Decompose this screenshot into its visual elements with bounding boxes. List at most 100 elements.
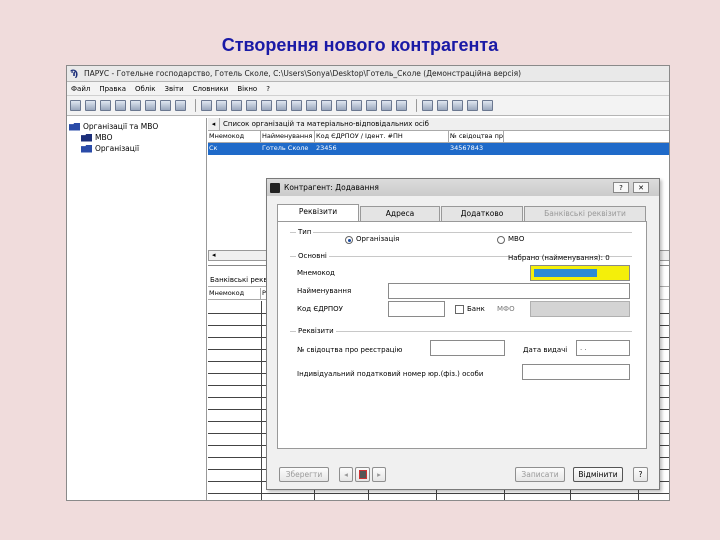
issue-date-label: Дата видачі bbox=[523, 346, 568, 354]
nav-prev-button[interactable]: ◂ bbox=[339, 467, 353, 482]
tool-icon-12[interactable] bbox=[366, 100, 377, 111]
column-header[interactable]: Найменування bbox=[261, 131, 315, 142]
dialog-title: Контрагент: Додавання bbox=[284, 183, 379, 192]
arrow-icon[interactable] bbox=[467, 100, 478, 111]
save-draft-button[interactable]: Зберегти bbox=[279, 467, 329, 482]
dialog-tabs: Реквізити Адреса Додатково Банківські ре… bbox=[277, 204, 647, 221]
table-cell bbox=[504, 143, 669, 155]
tool-icon-6[interactable] bbox=[276, 100, 287, 111]
mfo-field bbox=[530, 301, 630, 317]
folder-open-icon bbox=[69, 122, 80, 131]
tab-address[interactable]: Адреса bbox=[360, 206, 440, 221]
tree-root[interactable]: Організації та МВО bbox=[69, 121, 204, 132]
dialog-titlebar: Контрагент: Додавання bbox=[267, 179, 659, 196]
edit-record-icon[interactable] bbox=[100, 100, 111, 111]
tree-item-organizations[interactable]: Організації bbox=[69, 143, 204, 154]
bank-checkbox[interactable] bbox=[455, 305, 464, 314]
column-header[interactable]: № свідоцтва пр bbox=[449, 131, 504, 142]
tree-item-label: Організації bbox=[95, 144, 140, 153]
main-group-label: Основні bbox=[296, 252, 329, 260]
cancel-button[interactable]: Відмінити bbox=[573, 467, 623, 482]
reg-cert-label: № свідоцтва про реєстрацію bbox=[297, 346, 403, 354]
list-grid-header: Мнемокод Найменування Код ЄДРПОУ / Ідент… bbox=[208, 131, 669, 143]
column-header-empty bbox=[504, 131, 669, 142]
calculator-icon[interactable] bbox=[422, 100, 433, 111]
tree-item-label: МВО bbox=[95, 133, 113, 142]
menu-reports[interactable]: Звіти bbox=[164, 85, 183, 93]
tab-additional[interactable]: Додатково bbox=[441, 206, 523, 221]
folder-icon bbox=[81, 133, 92, 142]
menu-accounting[interactable]: Облік bbox=[135, 85, 155, 93]
tool-icon-1[interactable] bbox=[201, 100, 212, 111]
folder-icon bbox=[81, 144, 92, 153]
column-header[interactable]: Мнемокод bbox=[208, 131, 261, 142]
print-icon[interactable] bbox=[160, 100, 171, 111]
tab-requisites[interactable]: Реквізити bbox=[277, 204, 359, 221]
mnemo-field[interactable] bbox=[530, 265, 630, 281]
collapse-arrow-icon[interactable]: ◂ bbox=[208, 118, 220, 130]
radio-mvo[interactable] bbox=[497, 236, 505, 244]
toolbar-separator bbox=[416, 99, 417, 112]
tool-icon-5[interactable] bbox=[261, 100, 272, 111]
tool-icon-11[interactable] bbox=[351, 100, 362, 111]
radio-mvo-label: МВО bbox=[508, 235, 525, 243]
typed-count: Набрано (найменування): 0 bbox=[508, 254, 610, 262]
tools-icon[interactable] bbox=[437, 100, 448, 111]
name-field[interactable] bbox=[388, 283, 630, 299]
name-label: Найменування bbox=[297, 287, 352, 295]
menu-help[interactable]: ? bbox=[266, 85, 270, 93]
tool-icon-3[interactable] bbox=[231, 100, 242, 111]
tool-icon-14[interactable] bbox=[396, 100, 407, 111]
tool-icon-8[interactable] bbox=[306, 100, 317, 111]
bank-pane-title: Банківські рекв bbox=[210, 276, 268, 284]
tool-icon-13[interactable] bbox=[381, 100, 392, 111]
type-group: Тип bbox=[290, 228, 632, 248]
settings-icon[interactable] bbox=[175, 100, 186, 111]
refresh-icon[interactable] bbox=[145, 100, 156, 111]
radio-organization[interactable] bbox=[345, 236, 353, 244]
table-cell: 34567843 bbox=[449, 143, 504, 155]
new-record-icon[interactable] bbox=[70, 100, 81, 111]
attach-button[interactable] bbox=[355, 467, 370, 482]
tool-icon-7[interactable] bbox=[291, 100, 302, 111]
edrpou-label: Код ЄДРПОУ bbox=[297, 305, 343, 313]
document-icon bbox=[358, 470, 367, 479]
menu-edit[interactable]: Правка bbox=[99, 85, 126, 93]
radio-organization-label: Організація bbox=[356, 235, 400, 243]
toolbar bbox=[67, 96, 669, 116]
column-header[interactable]: Мнемокод bbox=[208, 288, 261, 299]
menu-file[interactable]: Файл bbox=[71, 85, 90, 93]
edrpou-field[interactable] bbox=[388, 301, 445, 317]
list-pane-title: Список організацій та матеріально-відпов… bbox=[223, 120, 429, 128]
delete-record-icon[interactable] bbox=[115, 100, 126, 111]
counterparty-dialog: Контрагент: Додавання ? ✕ Реквізити Адре… bbox=[266, 178, 660, 490]
close-button[interactable]: ✕ bbox=[633, 182, 649, 193]
folder-icon[interactable] bbox=[452, 100, 463, 111]
reg-cert-field[interactable] bbox=[430, 340, 505, 356]
tree-item-mvo[interactable]: МВО bbox=[69, 132, 204, 143]
tax-number-label: Індивідуальний податковий номер юр.(фіз.… bbox=[297, 370, 484, 378]
table-cell: Готель Сколе bbox=[261, 143, 315, 155]
tool-icon-4[interactable] bbox=[246, 100, 257, 111]
tool-icon-2[interactable] bbox=[216, 100, 227, 111]
table-row[interactable]: Ск Готель Сколе 23456 34567843 bbox=[208, 143, 669, 155]
issue-date-field[interactable]: . . bbox=[576, 340, 630, 356]
tax-number-field[interactable] bbox=[522, 364, 630, 380]
tree-root-label: Організації та МВО bbox=[83, 122, 159, 131]
scroll-left-icon[interactable]: ◂ bbox=[209, 251, 216, 259]
column-header[interactable]: Код ЄДРПОУ / Ідент. #ПН bbox=[315, 131, 449, 142]
requisites-group-label: Реквізити bbox=[296, 327, 336, 335]
tab-bank-requisites[interactable]: Банківські реквізити bbox=[524, 206, 646, 221]
write-button[interactable]: Записати bbox=[515, 467, 565, 482]
filter-icon[interactable] bbox=[130, 100, 141, 111]
tool-icon-10[interactable] bbox=[336, 100, 347, 111]
nav-next-button[interactable]: ▸ bbox=[372, 467, 386, 482]
list-pane-header: ◂ Список організацій та матеріально-відп… bbox=[208, 118, 669, 131]
help-button[interactable]: ? bbox=[613, 182, 629, 193]
help-footer-button[interactable]: ? bbox=[633, 467, 648, 482]
tool-icon-9[interactable] bbox=[321, 100, 332, 111]
menu-dictionaries[interactable]: Словники bbox=[193, 85, 229, 93]
exit-icon[interactable] bbox=[482, 100, 493, 111]
menu-window[interactable]: Вікно bbox=[237, 85, 257, 93]
copy-record-icon[interactable] bbox=[85, 100, 96, 111]
